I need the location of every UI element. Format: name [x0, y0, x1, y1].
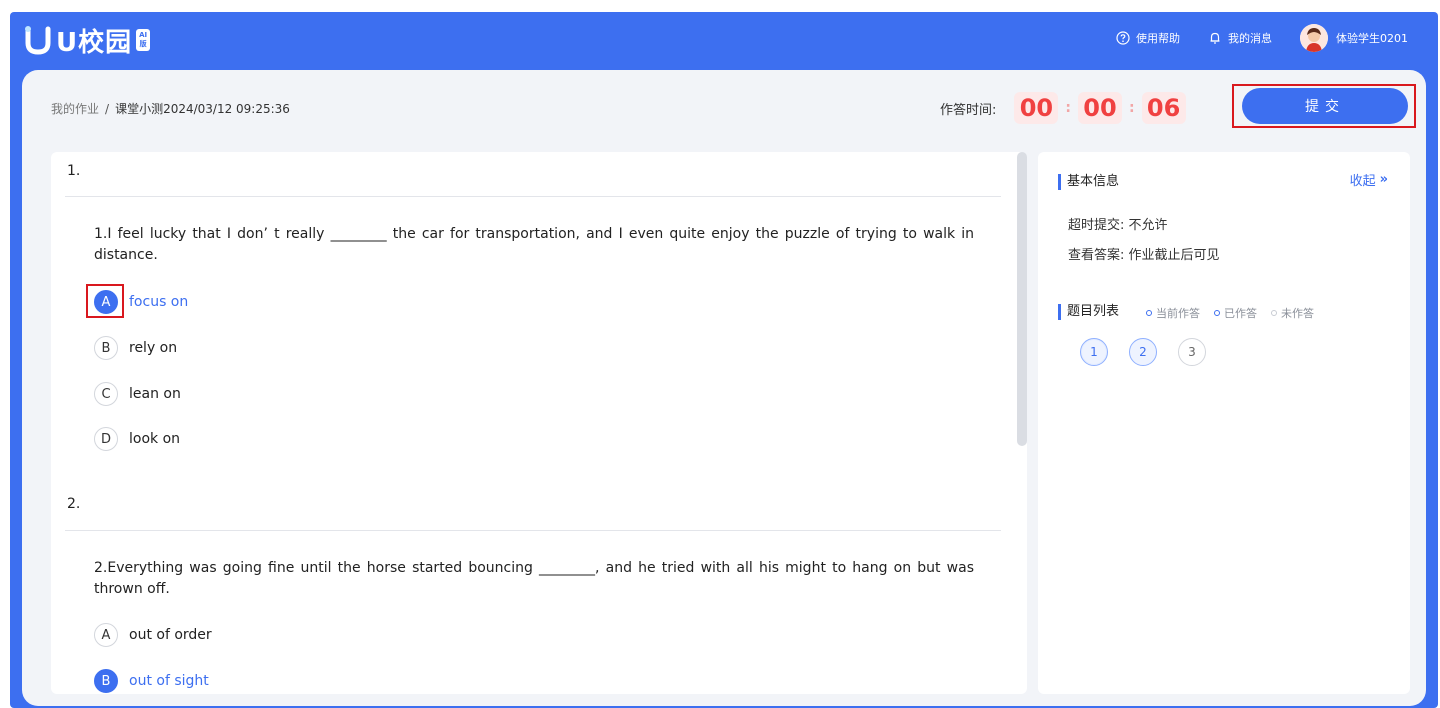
option-badge: D: [94, 427, 118, 451]
option-label: rely on: [129, 340, 178, 356]
basic-info-title: 基本信息: [1058, 174, 1119, 190]
divider: [65, 530, 1001, 531]
submit-button[interactable]: 提交: [1242, 88, 1408, 124]
bell-icon: [1210, 32, 1220, 44]
done-dot-icon: [1214, 310, 1220, 316]
question-number: 2.: [67, 496, 81, 512]
app-window: U校园 AI 版 使用帮助 我的消息 体验学生0201 我的作业 / 课堂小测2…: [10, 12, 1438, 708]
timer-colon: :: [1065, 100, 1071, 116]
messages-label: 我的消息: [1228, 32, 1272, 45]
timer-colon: :: [1129, 100, 1135, 116]
question-number: 1.: [67, 163, 81, 179]
avatar: [1300, 24, 1328, 52]
legend-done-label: 已作答: [1224, 307, 1257, 320]
option-label: lean on: [129, 386, 181, 402]
help-icon: [1116, 31, 1130, 45]
question-nav-button[interactable]: 1: [1080, 338, 1108, 366]
question-nav: 1 2 3: [1080, 338, 1227, 366]
option-badge: B: [94, 669, 118, 693]
legend-current-label: 当前作答: [1156, 307, 1200, 320]
timer-hours: 00: [1014, 92, 1059, 124]
help-label: 使用帮助: [1136, 32, 1180, 45]
messages-link[interactable]: 我的消息: [1208, 30, 1272, 46]
question-text: 1.I feel lucky that I don’ t really ____…: [94, 226, 974, 263]
option-a[interactable]: A out of order: [94, 623, 212, 647]
timer-seconds: 06: [1141, 92, 1186, 124]
legend-done: 已作答: [1214, 305, 1257, 321]
avatar-icon: [1300, 24, 1328, 52]
submit-highlight: 提交: [1232, 84, 1416, 128]
option-label: out of sight: [129, 673, 209, 689]
collapse-label: 收起: [1349, 174, 1376, 189]
brand-logo[interactable]: U校园 AI 版: [24, 22, 151, 58]
answer-info: 查看答案: 作业截止后可见: [1068, 244, 1220, 263]
breadcrumb-parent[interactable]: 我的作业: [51, 100, 99, 117]
collapse-button[interactable]: 收起 »: [1350, 170, 1388, 189]
timer-minutes: 00: [1078, 92, 1122, 124]
scrollbar[interactable]: [1017, 152, 1027, 446]
legend-undone: 未作答: [1271, 305, 1314, 321]
option-b[interactable]: B out of sight: [94, 669, 209, 693]
option-badge: C: [94, 382, 118, 406]
timeout-label: 超时提交:: [1068, 218, 1125, 233]
side-panel: 基本信息 收起 » 超时提交: 不允许 查看答案: 作业截止后可见 题目列表 当…: [1038, 152, 1410, 694]
option-label: look on: [129, 431, 181, 447]
brand-sub-top: AI: [139, 31, 148, 39]
brand-sub-badge: AI 版: [136, 29, 151, 51]
top-actions: 使用帮助 我的消息 体验学生0201: [1088, 12, 1408, 64]
option-d[interactable]: D look on: [94, 427, 180, 451]
breadcrumb: 我的作业 / 课堂小测2024/03/12 09:25:36: [51, 100, 290, 117]
answer-label: 查看答案:: [1068, 248, 1125, 263]
brand-sub-bottom: 版: [139, 40, 147, 48]
legend-undone-label: 未作答: [1281, 307, 1314, 320]
question-nav-button[interactable]: 2: [1129, 338, 1157, 366]
question-text: 2.Everything was going fine until the ho…: [94, 560, 974, 597]
legend-current: 当前作答: [1146, 305, 1200, 321]
option-c[interactable]: C lean on: [94, 382, 181, 406]
option-label: focus on: [129, 294, 189, 310]
breadcrumb-separator: /: [105, 101, 110, 116]
timeout-value: 不允许: [1128, 218, 1168, 233]
timeout-info: 超时提交: 不允许: [1068, 214, 1168, 233]
selection-highlight: [86, 284, 124, 318]
timer-label: 作答时间:: [940, 102, 997, 118]
divider: [65, 196, 1001, 197]
answer-timer: 作答时间: 00 : 00 : 06: [940, 92, 1186, 124]
logo-mark-icon: [24, 25, 52, 55]
main-content: 我的作业 / 课堂小测2024/03/12 09:25:36 作答时间: 00 …: [22, 70, 1426, 706]
help-link[interactable]: 使用帮助: [1116, 30, 1180, 46]
question-panel[interactable]: 1. 1.I feel lucky that I don’ t really _…: [51, 152, 1027, 694]
question-nav-button[interactable]: 3: [1178, 338, 1206, 366]
user-menu[interactable]: 体验学生0201: [1300, 24, 1408, 52]
current-dot-icon: [1146, 310, 1152, 316]
option-b[interactable]: B rely on: [94, 336, 177, 360]
user-name: 体验学生0201: [1336, 32, 1408, 45]
breadcrumb-current: 课堂小测2024/03/12 09:25:36: [115, 102, 290, 116]
option-label: out of order: [129, 627, 212, 643]
status-legend: 当前作答 已作答 未作答: [1146, 305, 1328, 321]
option-badge: A: [94, 623, 118, 647]
answer-value: 作业截止后可见: [1128, 248, 1220, 263]
undone-dot-icon: [1271, 310, 1277, 316]
double-chevron-right-icon: »: [1379, 172, 1388, 187]
brand-name: U校园: [56, 27, 133, 58]
top-bar: U校园 AI 版 使用帮助 我的消息 体验学生0201: [10, 12, 1438, 68]
option-badge: B: [94, 336, 118, 360]
question-list-title: 题目列表: [1058, 304, 1119, 320]
